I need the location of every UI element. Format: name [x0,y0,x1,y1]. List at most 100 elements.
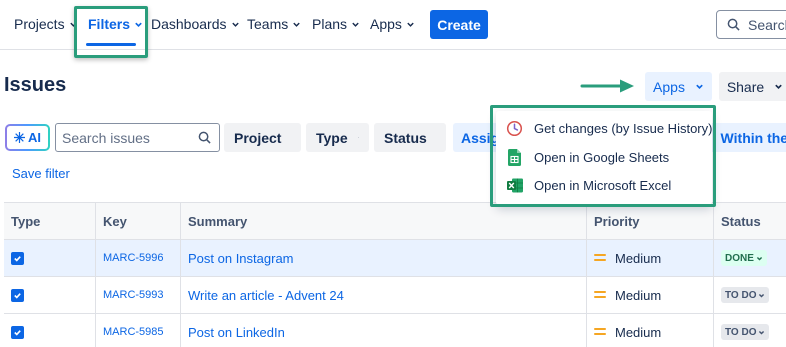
issue-key-link[interactable]: MARC-5985 [103,326,164,338]
table-row[interactable]: MARC-5996 Post on Instagram Medium DONE [4,240,786,277]
column-header-priority[interactable]: Priority [586,203,713,240]
menu-item-get-changes[interactable]: Get changes (by Issue History) [506,117,712,139]
status-cell: TO DO [713,277,786,313]
priority-cell[interactable]: Medium [586,277,713,313]
menu-item-label: Open in Microsoft Excel [534,177,672,193]
apps-button[interactable]: Apps [645,72,712,101]
nav-projects[interactable]: Projects [14,0,78,48]
page-title: Issues [4,74,67,96]
search-issues-placeholder: Search issues [62,129,150,146]
status-cell: TO DO [713,314,786,347]
chevron-down-icon [357,137,359,138]
excel-icon [506,177,523,194]
status-label: TO DO [725,289,757,301]
column-header-status[interactable]: Status [713,203,786,240]
google-sheets-icon [506,148,523,166]
ai-button-label: AI [28,130,41,145]
priority-label: Medium [615,287,662,303]
table-row[interactable]: MARC-5985 Post on LinkedIn Medium TO DO [4,314,786,347]
priority-medium-icon [594,254,606,261]
issue-summary-link[interactable]: Post on Instagram [188,251,294,266]
status-label: TO DO [725,326,757,338]
key-cell: MARC-5993 [95,277,180,313]
menu-item-label: Open in Google Sheets [534,149,670,165]
nav-apps-label: Apps [370,16,402,32]
table-row[interactable]: MARC-5993 Write an article - Advent 24 M… [4,277,786,314]
date-filter-button[interactable]: : Within the [708,123,786,152]
priority-cell[interactable]: Medium [586,240,713,276]
nav-dashboards-label: Dashboards [151,16,227,32]
project-filter-button[interactable]: Project [224,123,301,152]
priority-label: Medium [615,250,662,266]
nav-plans-label: Plans [312,16,348,32]
chevron-down-icon [352,22,359,27]
nav-dashboards[interactable]: Dashboards [151,0,240,48]
global-search-input[interactable]: Search [716,10,786,39]
status-cell: DONE [713,240,786,276]
chevron-down-icon [756,256,763,261]
top-navigation: Projects Filters Dashboards Teams Plans … [0,0,786,50]
priority-label: Medium [615,324,662,340]
global-search-placeholder: Search [748,16,786,33]
chevron-down-icon [231,22,239,27]
priority-cell[interactable]: Medium [586,314,713,347]
task-type-icon [11,288,24,302]
share-button[interactable]: Share [719,72,786,101]
chevron-down-icon [407,22,414,27]
history-clock-icon [506,120,523,137]
nav-projects-label: Projects [14,16,65,32]
sparkle-icon [14,132,25,143]
task-type-icon [11,251,24,265]
chevron-down-icon [293,22,300,27]
issue-summary-link[interactable]: Post on LinkedIn [188,325,285,340]
status-badge[interactable]: TO DO [721,287,770,303]
issue-summary-link[interactable]: Write an article - Advent 24 [188,288,344,303]
priority-medium-icon [594,328,606,335]
active-tab-indicator [86,43,136,46]
ai-search-button[interactable]: AI [5,124,50,151]
search-icon [727,18,740,31]
type-cell [4,240,95,276]
status-badge[interactable]: DONE [721,250,767,266]
column-header-type[interactable]: Type [4,203,95,240]
summary-cell: Write an article - Advent 24 [180,277,586,313]
chevron-down-icon [69,22,77,27]
table-header: Type Key Summary Priority Status [4,202,786,240]
nav-apps[interactable]: Apps [370,0,415,48]
search-icon [198,131,211,144]
menu-item-label: Get changes (by Issue History) [534,120,713,136]
nav-plans[interactable]: Plans [312,0,360,48]
type-filter-button[interactable]: Type [306,123,369,152]
issue-key-link[interactable]: MARC-5993 [103,289,164,301]
menu-item-microsoft-excel[interactable]: Open in Microsoft Excel [506,174,671,196]
search-issues-input[interactable]: Search issues [55,123,220,152]
annotation-arrow-icon [580,79,634,93]
nav-teams[interactable]: Teams [247,0,301,48]
menu-item-google-sheets[interactable]: Open in Google Sheets [506,146,669,168]
chevron-down-icon [775,84,782,89]
summary-cell: Post on LinkedIn [180,314,586,347]
task-type-icon [11,325,24,339]
status-label: DONE [725,252,754,264]
summary-cell: Post on Instagram [180,240,586,276]
status-filter-label: Status [384,129,427,146]
type-cell [4,314,95,347]
save-filter-link[interactable]: Save filter [12,166,70,181]
chevron-down-icon [759,293,765,298]
assignee-filter-button[interactable]: Assig [453,123,497,152]
type-cell [4,277,95,313]
share-button-label: Share [726,78,765,95]
nav-filters[interactable]: Filters [88,0,143,48]
column-header-summary[interactable]: Summary [180,203,586,240]
key-cell: MARC-5985 [95,314,180,347]
type-filter-label: Type [316,129,348,146]
issue-key-link[interactable]: MARC-5996 [103,252,164,264]
status-filter-button[interactable]: Status [374,123,446,152]
apps-button-label: Apps [653,78,685,95]
create-button[interactable]: Create [430,10,488,39]
project-filter-label: Project [234,129,282,146]
nav-teams-label: Teams [247,16,289,32]
status-badge[interactable]: TO DO [721,324,770,340]
column-header-key[interactable]: Key [95,203,180,240]
apps-dropdown-menu: Get changes (by Issue History) Open in G… [496,111,712,205]
